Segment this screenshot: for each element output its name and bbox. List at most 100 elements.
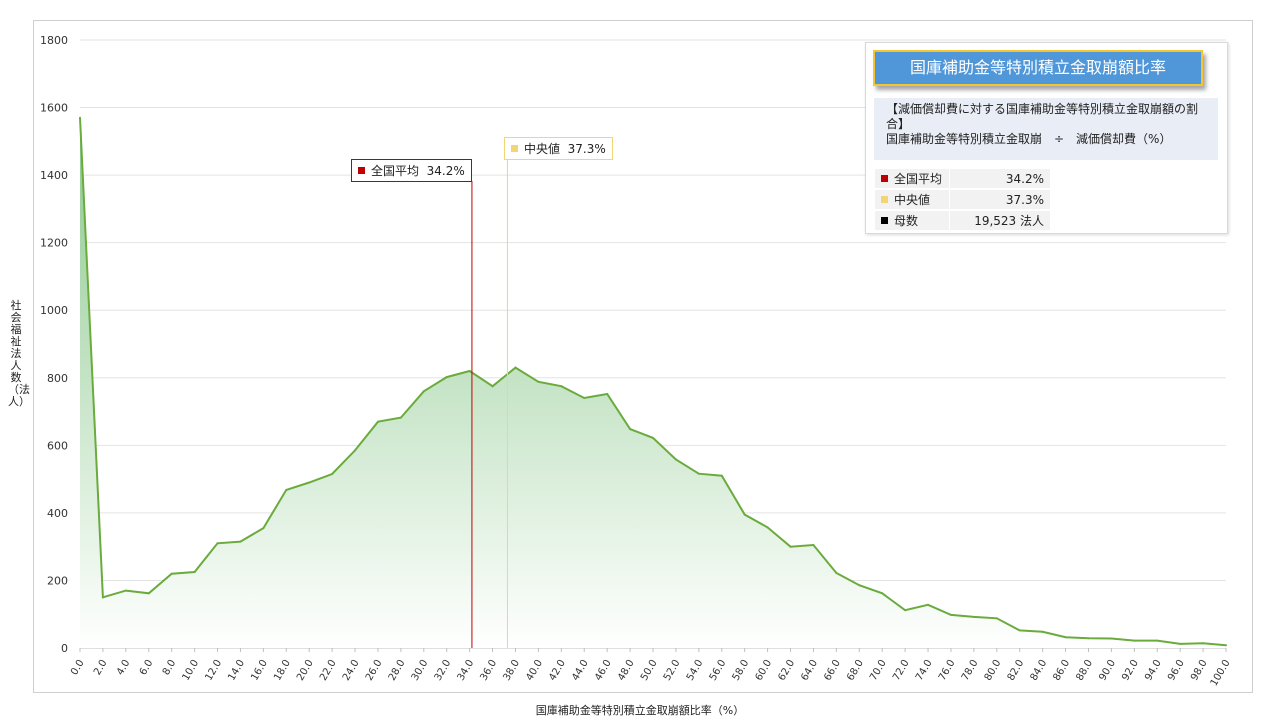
x-tick-label: 16.0	[249, 658, 270, 683]
x-tick-label: 32.0	[433, 658, 454, 683]
stats-label-median: 中央値	[894, 193, 931, 207]
x-tick-label: 76.0	[937, 658, 958, 683]
data-point	[789, 545, 792, 548]
data-point	[995, 617, 998, 620]
x-tick-label: 12.0	[203, 658, 224, 683]
data-point	[239, 540, 242, 543]
x-tick-label: 70.0	[868, 658, 889, 683]
x-tick-label: 10.0	[181, 658, 202, 683]
stats-row-count: 母数 19,523 法人	[875, 211, 1050, 230]
data-point	[445, 376, 448, 379]
x-tick-label: 66.0	[822, 658, 843, 683]
x-tick-label: 46.0	[593, 658, 614, 683]
data-point	[1133, 639, 1136, 642]
data-point	[1156, 639, 1159, 642]
stats-value-average: 34.2%	[950, 169, 1050, 188]
x-tick-label: 94.0	[1143, 658, 1164, 683]
median-swatch	[881, 196, 888, 203]
data-point	[79, 116, 81, 119]
data-point	[399, 416, 402, 419]
x-tick-label: 78.0	[960, 658, 981, 683]
data-point	[1110, 637, 1113, 640]
average-marker-value: 34.2%	[426, 164, 465, 178]
count-swatch	[881, 217, 888, 224]
x-tick-label: 30.0	[410, 658, 431, 683]
data-point	[262, 527, 265, 530]
data-point	[583, 397, 586, 399]
y-tick-label: 1800	[40, 34, 68, 47]
data-point	[147, 592, 150, 595]
x-tick-label: 86.0	[1051, 658, 1072, 683]
x-tick-label: 8.0	[161, 658, 178, 677]
average-color-swatch	[358, 167, 365, 174]
x-tick-label: 24.0	[341, 658, 362, 683]
y-tick-label: 1400	[40, 169, 68, 182]
x-tick-label: 38.0	[501, 658, 522, 683]
x-tick-label: 92.0	[1120, 658, 1141, 683]
data-point	[881, 592, 884, 595]
data-point	[1225, 644, 1227, 647]
x-tick-label: 54.0	[685, 658, 706, 683]
y-tick-label: 200	[47, 574, 68, 587]
x-tick-label: 22.0	[318, 658, 339, 683]
y-tick-label: 1000	[40, 304, 68, 317]
data-point	[422, 390, 425, 393]
x-tick-label: 68.0	[845, 658, 866, 683]
data-point	[514, 366, 517, 369]
x-tick-label: 6.0	[138, 658, 155, 677]
average-marker-name: 全国平均	[371, 164, 420, 178]
info-description: 【減価償却費に対する国庫補助金等特別積立金取崩額の割合】 国庫補助金等特別積立金…	[874, 98, 1218, 160]
x-tick-label: 44.0	[570, 658, 591, 683]
data-point	[950, 613, 952, 616]
median-color-swatch	[511, 145, 518, 152]
stats-label-average: 全国平均	[894, 172, 943, 186]
data-point	[629, 428, 632, 431]
data-point	[1202, 642, 1205, 645]
x-tick-label: 58.0	[731, 658, 752, 683]
data-point	[1018, 629, 1021, 632]
data-point	[904, 609, 907, 612]
y-tick-label: 1600	[40, 102, 68, 115]
median-marker-name: 中央値	[524, 142, 561, 156]
data-point	[308, 481, 311, 484]
average-marker-label: 全国平均 34.2%	[351, 159, 472, 182]
data-point	[537, 380, 540, 383]
x-tick-label: 60.0	[754, 658, 775, 683]
data-point	[1041, 630, 1044, 633]
y-tick-label: 1200	[40, 237, 68, 250]
median-marker-value: 37.3%	[567, 142, 606, 156]
x-tick-label: 4.0	[115, 658, 132, 677]
x-tick-label: 40.0	[524, 658, 545, 683]
y-axis-label: 社会福祉法人数（法人）	[8, 299, 30, 408]
data-point	[170, 572, 173, 575]
x-axis-label: 国庫補助金等特別積立金取崩額比率（%）	[535, 704, 745, 717]
x-tick-label: 14.0	[226, 658, 247, 683]
data-point	[1064, 636, 1067, 639]
x-tick-label: 28.0	[387, 658, 408, 683]
x-tick-label: 48.0	[616, 658, 637, 683]
stats-row-median: 中央値 37.3%	[875, 190, 1050, 209]
x-tick-label: 64.0	[799, 658, 820, 683]
x-tick-label: 56.0	[708, 658, 729, 683]
data-point	[560, 385, 563, 388]
x-tick-label: 74.0	[914, 658, 935, 683]
average-swatch	[881, 175, 888, 182]
data-point	[766, 526, 769, 529]
stats-value-median: 37.3%	[950, 190, 1050, 209]
x-tick-label: 52.0	[662, 658, 683, 683]
y-tick-label: 800	[47, 372, 68, 385]
info-description-line1: 【減価償却費に対する国庫補助金等特別積立金取崩額の割合】	[886, 102, 1199, 131]
x-tick-label: 2.0	[92, 658, 109, 677]
x-tick-label: 34.0	[456, 658, 477, 683]
data-point	[858, 584, 861, 587]
x-tick-label: 18.0	[272, 658, 293, 683]
data-point	[101, 596, 104, 599]
data-point	[331, 473, 334, 475]
data-point	[972, 615, 975, 618]
x-tick-label: 98.0	[1189, 658, 1210, 683]
data-point	[216, 542, 219, 545]
x-tick-label: 96.0	[1166, 658, 1187, 683]
x-tick-label: 90.0	[1097, 658, 1118, 683]
data-point	[720, 474, 723, 477]
stats-label-count: 母数	[894, 214, 919, 228]
